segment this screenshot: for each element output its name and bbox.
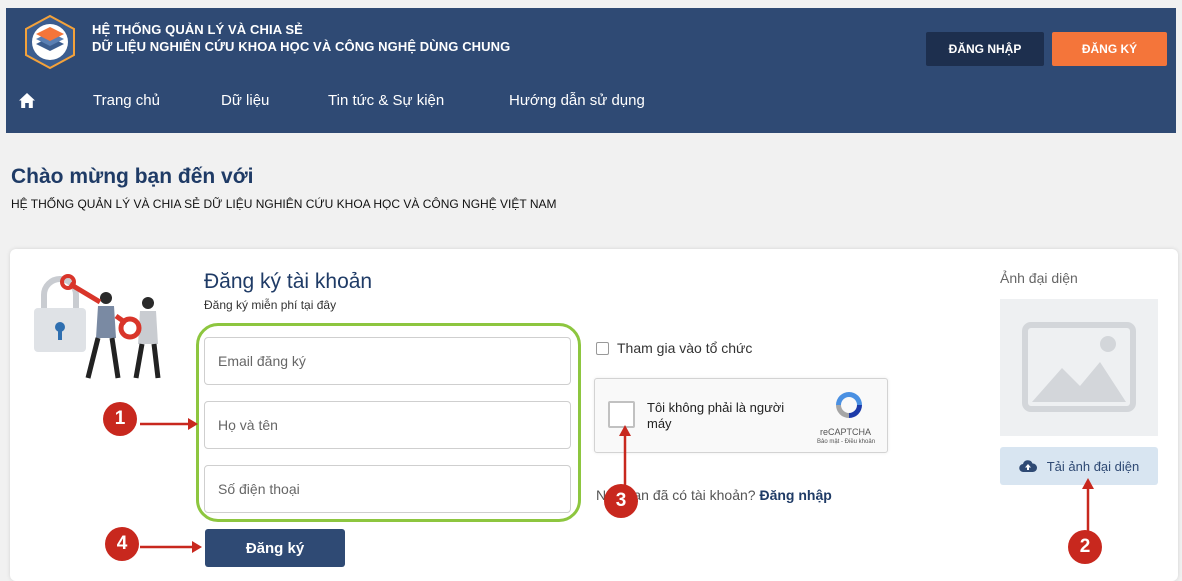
join-organization-label: Tham gia vào tổ chức <box>617 340 753 356</box>
marker-1-arrow <box>140 418 198 430</box>
register-header-button[interactable]: ĐĂNG KÝ <box>1052 32 1167 66</box>
layers-logo-icon[interactable] <box>22 14 78 70</box>
image-placeholder-icon <box>1022 322 1136 412</box>
recaptcha-label: Tôi không phải là người máy <box>647 400 785 431</box>
avatar-label: Ảnh đại diện <box>1000 270 1078 286</box>
step-marker-3: 3 <box>604 484 638 518</box>
welcome-subtitle: HỆ THỐNG QUẢN LÝ VÀ CHIA SẺ DỮ LIỆU NGHI… <box>11 197 557 211</box>
marker-2-arrow <box>1082 478 1094 535</box>
marker-3-arrow <box>619 425 631 490</box>
welcome-title: Chào mừng bạn đến với <box>11 165 254 188</box>
register-illustration-icon <box>34 274 161 379</box>
recaptcha-logo-icon <box>836 392 862 418</box>
brand-title-line1: HỆ THỐNG QUẢN LÝ VÀ CHIA SẺ <box>92 22 303 37</box>
login-button[interactable]: ĐĂNG NHẬP <box>926 32 1044 66</box>
site-header: HỆ THỐNG QUẢN LÝ VÀ CHIA SẺ DỮ LIỆU NGHI… <box>6 8 1176 133</box>
cloud-upload-icon <box>1018 460 1037 473</box>
join-organization-checkbox[interactable]: Tham gia vào tổ chức <box>596 340 752 356</box>
home-icon[interactable] <box>18 92 36 110</box>
form-subtitle: Đăng ký miễn phí tại đây <box>204 298 337 312</box>
step-marker-4: 4 <box>105 527 139 561</box>
phone-field[interactable] <box>204 465 571 513</box>
upload-avatar-label: Tải ảnh đại diện <box>1046 458 1140 474</box>
recaptcha-brand: reCAPTCHA <box>820 427 872 437</box>
brand-title-line2: DỮ LIỆU NGHIÊN CỨU KHOA HỌC VÀ CÔNG NGHỆ… <box>92 39 511 54</box>
avatar-preview <box>1000 299 1158 436</box>
recaptcha-links[interactable]: Bảo mật - Điều khoản <box>817 439 875 445</box>
form-title: Đăng ký tài khoản <box>204 270 373 293</box>
nav-item-data[interactable]: Dữ liệu <box>221 92 269 109</box>
nav-item-home[interactable]: Trang chủ <box>93 92 160 109</box>
login-link[interactable]: Đăng nhập <box>759 487 831 503</box>
nav-item-user-guide[interactable]: Hướng dẫn sử dụng <box>509 92 645 109</box>
full-name-field[interactable] <box>204 401 571 449</box>
submit-register-button[interactable]: Đăng ký <box>205 529 345 567</box>
marker-4-arrow <box>140 541 202 553</box>
nav-item-news-events[interactable]: Tin tức & Sự kiện <box>328 92 444 109</box>
email-field[interactable] <box>204 337 571 385</box>
recaptcha-widget: Tôi không phải là người máy reCAPTCHA Bả… <box>594 378 888 453</box>
checkbox-box[interactable] <box>596 341 609 355</box>
step-marker-2: 2 <box>1068 530 1102 564</box>
step-marker-1: 1 <box>103 402 137 436</box>
main-nav: Trang chủ Dữ liệu Tin tức & Sự kiện Hướn… <box>6 86 1176 126</box>
